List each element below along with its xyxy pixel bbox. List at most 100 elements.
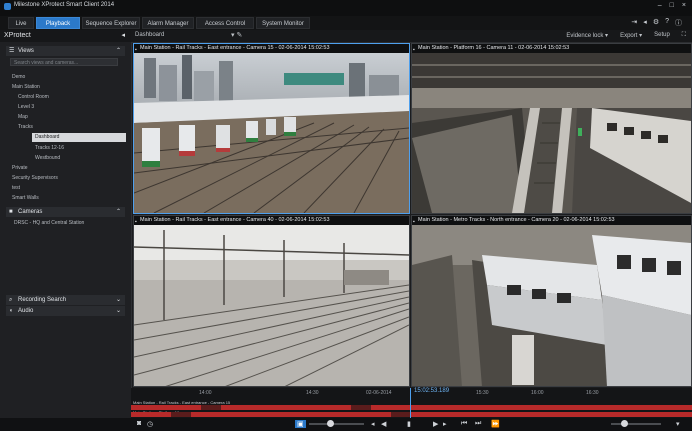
tab-access-control[interactable]: Access Control [196,17,254,29]
window-controls: – □ × [658,2,686,9]
brand-label: XProtect [4,32,31,39]
audio-label: Audio [18,308,34,314]
maximize-button[interactable]: □ [670,2,674,9]
view-layout-icon[interactable]: ▾ ✎ [231,31,242,39]
tree-item-westbound[interactable]: Westbound [35,155,60,161]
timeline-tick: 16:30 [586,390,599,396]
tree-item-dashboard[interactable]: Dashboard [32,133,126,142]
top-right-toolbar: ⇥ ◂ ⚙ ? ⓘ [631,18,682,28]
play-forward-icon[interactable]: ▶ [433,420,438,428]
audio-section-header[interactable]: ◖ Audio ⌄ [6,306,125,316]
camera-image [412,225,691,386]
timeline-options-icon[interactable]: ▾ [676,420,680,428]
cameras-section-header[interactable]: ■ Cameras ⌃ [6,207,125,217]
tree-item-tracks-12-16[interactable]: Tracks 12-16 [35,145,64,151]
clock-icon[interactable]: ◷ [147,420,153,428]
camera-view-4[interactable]: ▪ Main Station - Metro Tracks - North ent… [411,215,692,387]
collapse-sidebar-icon[interactable]: ◂ [121,30,125,42]
speaker-icon[interactable]: ◙ [137,420,141,427]
views-icon: ☰ [9,48,15,54]
recording-segment [371,405,692,410]
views-search-input[interactable]: Search views and cameras... [10,58,118,66]
camera-title-text: Main Station - Metro Tracks - North entr… [418,217,615,223]
tree-item-camera-group[interactable]: DRSC - HQ and Central Station [14,220,84,226]
timeline-tick: 15:30 [476,390,489,396]
evidence-lock-button[interactable]: Evidence lock ▾ [566,32,608,39]
window-title: Milestone XProtect Smart Client 2014 [14,2,115,8]
cameras-label: Cameras [18,209,43,215]
fullscreen-icon[interactable]: ⛶ [682,32,686,39]
camera-image [134,225,409,386]
recording-segment [411,412,692,417]
timeline-zoom-knob[interactable] [621,420,628,427]
camera-view-1[interactable]: ▪ Main Station - Rail Tracks - East entra… [133,43,410,214]
tree-item-test[interactable]: test [12,185,20,191]
step-back-icon[interactable]: ◀ [381,420,386,428]
tab-system-monitor[interactable]: System Monitor [256,17,310,29]
tab-sequence-explorer[interactable]: Sequence Explorer [82,17,140,29]
speed-slider[interactable] [309,423,364,425]
recording-track-2[interactable] [131,412,692,417]
camera-view-2[interactable]: ▪ Main Station - Platform 16 - Camera 11 … [411,43,692,214]
camera-title-text: Main Station - Rail Tracks - East entran… [140,217,330,223]
tree-item-security-supervisors[interactable]: Security Supervisors [12,175,58,181]
play-pause-icon[interactable]: ▮ [407,420,411,428]
next-sequence-icon[interactable]: ▸ [443,420,447,428]
left-arrow-icon[interactable]: ◂ [643,18,647,28]
recording-search-label: Recording Search [18,297,67,303]
search-icon: ⌕ [9,297,13,303]
chevron-down-icon: ⌄ [115,297,121,303]
recording-segment [131,412,171,417]
exit-icon[interactable]: ⇥ [631,18,637,28]
timeline-tick: 02-06-2014 [366,390,392,396]
recording-search-section-header[interactable]: ⌕ Recording Search ⌄ [6,295,125,305]
view-toolbar: Dashboard ▾ ✎ Evidence lock ▾ Export ▾ S… [131,30,692,43]
views-section-header[interactable]: ☰ Views ⌃ [6,46,125,56]
tree-item-level-3[interactable]: Level 3 [18,104,34,110]
playhead[interactable] [410,388,411,418]
info-icon[interactable]: ⓘ [675,18,682,28]
tab-live[interactable]: Live [8,17,34,29]
tab-alarm-manager[interactable]: Alarm Manager [142,17,194,29]
tree-item-map[interactable]: Map [18,114,28,120]
minimize-button[interactable]: – [658,2,662,9]
tab-playback[interactable]: Playback [36,17,80,29]
tree-item-main-station[interactable]: Main Station [12,84,40,90]
current-view-label: Dashboard [135,32,165,38]
close-button[interactable]: × [682,2,686,9]
tree-item-demo[interactable]: Demo [12,74,25,80]
skip-next-icon[interactable]: ⏩ [491,420,500,428]
speed-slider-knob[interactable] [327,420,334,427]
chevron-up-icon: ⌃ [115,209,121,215]
setup-button[interactable]: Setup [654,32,670,39]
tree-item-private[interactable]: Private [12,165,28,171]
camera-status-icon: ▪ [413,47,415,53]
playback-mode-icon[interactable]: ▣ [295,420,306,428]
camera-view-title: ▪ Main Station - Rail Tracks - East entra… [134,44,409,53]
window-title-bar: Milestone XProtect Smart Client 2014 – □… [0,0,692,16]
tree-item-tracks[interactable]: Tracks [18,124,33,130]
sidebar-brand: XProtect ◂ [0,30,131,42]
workspace-tabs: Live Playback Sequence Explorer Alarm Ma… [0,16,692,30]
timeline-tick: 14:00 [199,390,212,396]
camera-title-text: Main Station - Platform 16 - Camera 11 -… [418,45,570,51]
camera-icon: ■ [9,209,13,215]
export-button[interactable]: Export ▾ [620,32,642,39]
tree-item-smart-walls[interactable]: Smart Walls [12,195,39,201]
chevron-up-icon: ⌃ [115,48,121,54]
previous-sequence-icon[interactable]: ◂ [371,420,375,428]
camera-view-3[interactable]: ▪ Main Station - Rail Tracks - East entra… [133,215,410,387]
recording-track-1[interactable] [131,405,692,410]
timeline-tick: 16:00 [531,390,544,396]
speaker-icon: ◖ [9,308,13,314]
views-label: Views [18,48,34,54]
sidebar-footer [0,418,131,431]
tree-item-control-room[interactable]: Control Room [18,94,49,100]
timeline-zoom-slider[interactable] [611,423,661,425]
skip-end-icon[interactable]: ⏭ [475,420,481,428]
playback-timeline[interactable]: 14:00 14:30 02-06-2014 15:30 16:00 16:30… [131,388,692,418]
skip-start-icon[interactable]: ⏮ [461,420,467,428]
help-icon[interactable]: ? [665,18,669,28]
current-playback-time: 15:02:53.189 [414,388,450,394]
gear-icon[interactable]: ⚙ [653,18,659,28]
